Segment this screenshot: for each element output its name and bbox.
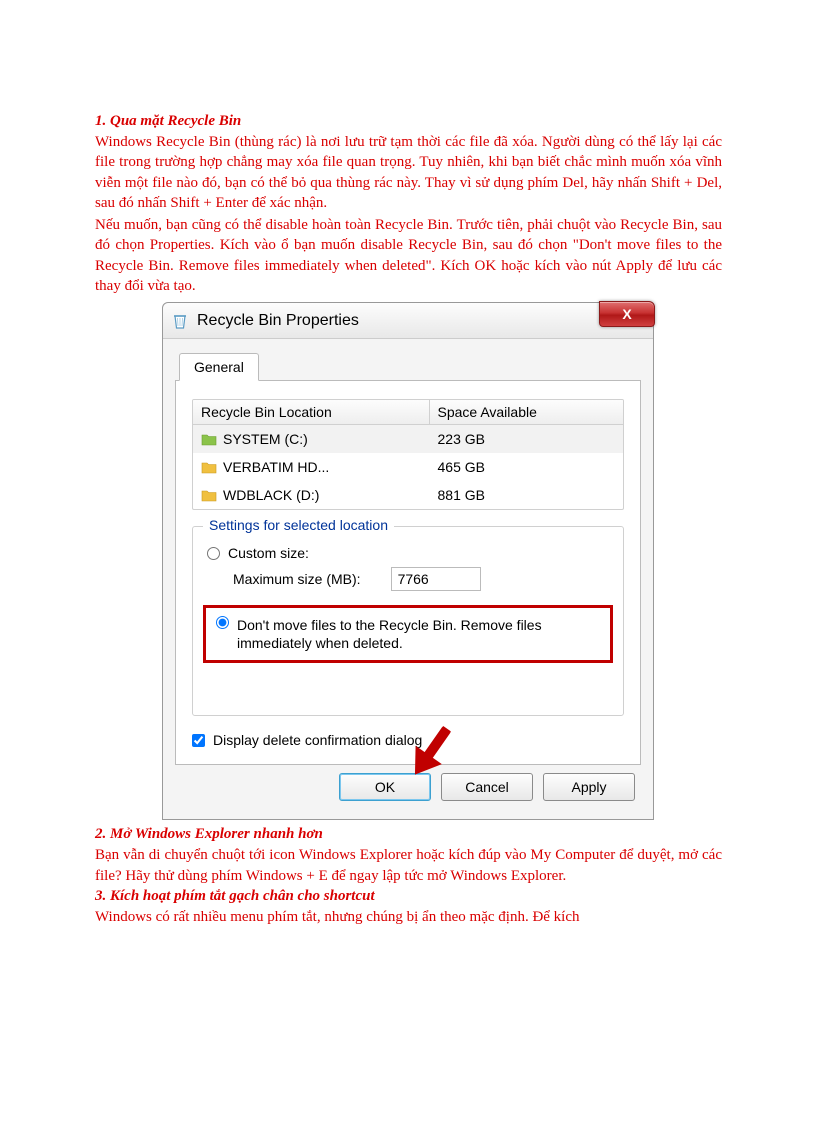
tab-general[interactable]: General — [179, 353, 259, 381]
max-size-label: Maximum size (MB): — [233, 571, 361, 587]
apply-button[interactable]: Apply — [543, 773, 635, 801]
close-icon: X — [622, 306, 631, 322]
disk-space: 465 GB — [430, 455, 624, 479]
folder-icon — [201, 460, 217, 474]
dialog-button-row: OK Cancel Apply — [175, 765, 641, 807]
custom-size-label: Custom size: — [228, 545, 309, 561]
disk-name: VERBATIM HD... — [223, 459, 329, 475]
folder-icon — [201, 488, 217, 502]
section-1-heading: 1. Qua mặt Recycle Bin — [95, 113, 722, 130]
recycle-bin-icon — [171, 312, 189, 330]
disk-table: Recycle Bin Location Space Available SYS… — [192, 399, 624, 510]
disk-table-header: Recycle Bin Location Space Available — [193, 400, 623, 425]
tab-panel: Recycle Bin Location Space Available SYS… — [175, 381, 641, 765]
table-row[interactable]: VERBATIM HD... 465 GB — [193, 453, 623, 481]
custom-size-radio-row[interactable]: Custom size: — [207, 545, 609, 561]
dont-move-highlight: Don't move files to the Recycle Bin. Rem… — [203, 605, 613, 663]
custom-size-radio[interactable] — [207, 547, 220, 560]
disk-space: 881 GB — [430, 483, 624, 507]
close-button[interactable]: X — [599, 301, 655, 327]
col-space[interactable]: Space Available — [430, 400, 624, 424]
dont-move-radio[interactable] — [216, 616, 229, 629]
table-row[interactable]: SYSTEM (C:) 223 GB — [193, 425, 623, 453]
disk-space: 223 GB — [430, 427, 624, 451]
folder-icon — [201, 432, 217, 446]
section-1-para-2: Nếu muốn, bạn cũng có thể disable hoàn t… — [95, 215, 722, 296]
section-2-para-1: Bạn vẫn di chuyển chuột tới icon Windows… — [95, 845, 722, 886]
section-2-heading: 2. Mở Windows Explorer nhanh hơn — [95, 826, 722, 843]
tab-strip: General — [175, 351, 641, 381]
section-3-heading: 3. Kích hoạt phím tắt gạch chân cho shor… — [95, 888, 722, 905]
col-location[interactable]: Recycle Bin Location — [193, 400, 430, 424]
disk-name: WDBLACK (D:) — [223, 487, 319, 503]
recycle-bin-properties-dialog: Recycle Bin Properties X General Recycle… — [162, 302, 654, 820]
disk-name: SYSTEM (C:) — [223, 431, 308, 447]
confirm-label: Display delete confirmation dialog — [213, 732, 422, 748]
dont-move-label: Don't move files to the Recycle Bin. Rem… — [237, 616, 600, 652]
cancel-button[interactable]: Cancel — [441, 773, 533, 801]
confirm-checkbox[interactable] — [192, 734, 205, 747]
dialog-title: Recycle Bin Properties — [197, 312, 359, 330]
settings-group-title: Settings for selected location — [203, 517, 394, 533]
dialog-titlebar: Recycle Bin Properties X — [163, 303, 653, 339]
dialog-body: General Recycle Bin Location Space Avail… — [163, 339, 653, 819]
settings-group: Settings for selected location Custom si… — [192, 526, 624, 716]
dont-move-radio-row[interactable]: Don't move files to the Recycle Bin. Rem… — [216, 616, 600, 652]
max-size-input[interactable] — [391, 567, 481, 591]
table-row[interactable]: WDBLACK (D:) 881 GB — [193, 481, 623, 509]
section-1-para-1: Windows Recycle Bin (thùng rác) là nơi l… — [95, 132, 722, 213]
section-3-para-1: Windows có rất nhiều menu phím tắt, nhưn… — [95, 907, 722, 927]
max-size-row: Maximum size (MB): — [233, 567, 609, 591]
